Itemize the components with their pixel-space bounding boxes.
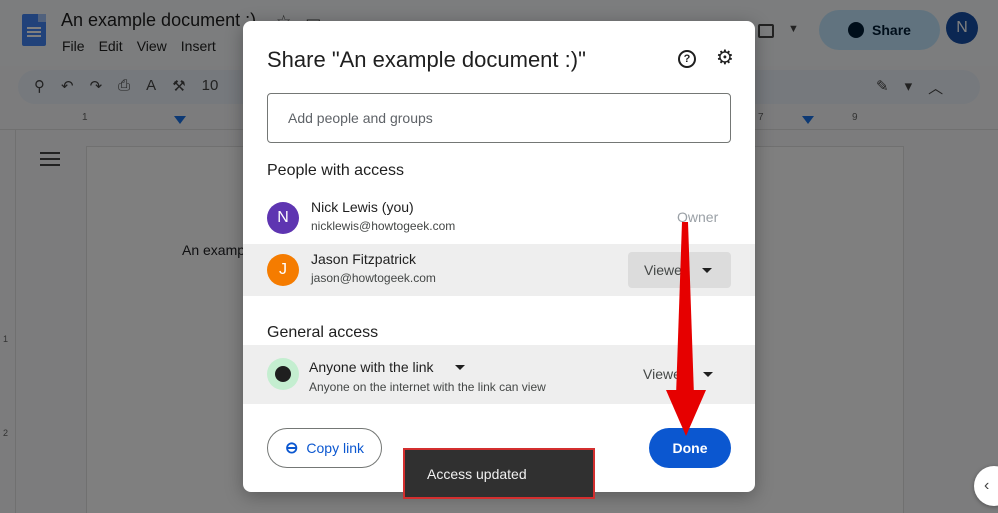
link-access-select[interactable]: Anyone with the link: [309, 359, 465, 375]
person-email: jason@howtogeek.com: [311, 271, 436, 285]
add-people-input[interactable]: [267, 93, 731, 143]
people-with-access-heading: People with access: [267, 162, 404, 179]
person-name: Nick Lewis (you): [311, 199, 414, 215]
gear-icon[interactable]: ⚙: [716, 48, 734, 68]
person-row: J Jason Fitzpatrick jason@howtogeek.com …: [243, 244, 755, 296]
help-icon[interactable]: ?: [678, 50, 696, 68]
snackbar: Access updated: [403, 448, 595, 499]
link-access-description: Anyone on the internet with the link can…: [309, 380, 546, 394]
globe-icon: [267, 358, 299, 390]
avatar: N: [267, 202, 299, 234]
general-access-row: Anyone with the link Anyone on the inter…: [243, 345, 755, 404]
general-access-heading: General access: [267, 324, 379, 341]
chevron-down-icon: [702, 268, 712, 273]
owner-role-label: Owner: [677, 209, 719, 225]
link-icon: ⊖: [285, 440, 299, 457]
chevron-down-icon: [703, 372, 713, 377]
link-role-select[interactable]: Viewer: [643, 366, 713, 382]
person-email: nicklewis@howtogeek.com: [311, 219, 456, 233]
chevron-left-icon: ‹: [984, 477, 990, 494]
done-button[interactable]: Done: [649, 428, 731, 468]
avatar: J: [267, 254, 299, 286]
person-name: Jason Fitzpatrick: [311, 251, 417, 267]
dialog-title: Share "An example document :)": [267, 47, 586, 72]
snackbar-text: Access updated: [427, 465, 527, 482]
person-role-select[interactable]: Viewer: [628, 252, 731, 288]
person-row: N Nick Lewis (you) nicklewis@howtogeek.c…: [243, 192, 755, 244]
share-dialog: Share "An example document :)" ? ⚙ Peopl…: [243, 21, 755, 492]
copy-link-button[interactable]: ⊖ Copy link: [267, 428, 382, 468]
chevron-down-icon: [455, 365, 465, 370]
